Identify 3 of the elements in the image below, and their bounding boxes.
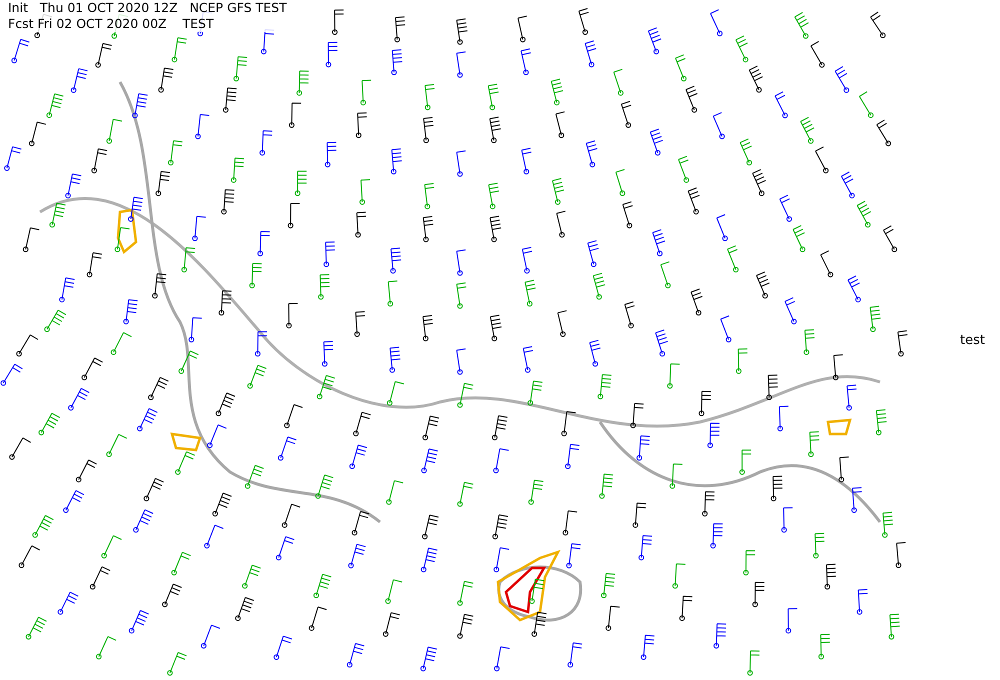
map-header-text: Fcst Fri 02 OCT 2020 00Z TEST bbox=[8, 16, 215, 32]
map-header-text: Init Thu 01 OCT 2020 12Z NCEP GFS TEST bbox=[8, 0, 287, 16]
side-label: test bbox=[960, 332, 985, 348]
